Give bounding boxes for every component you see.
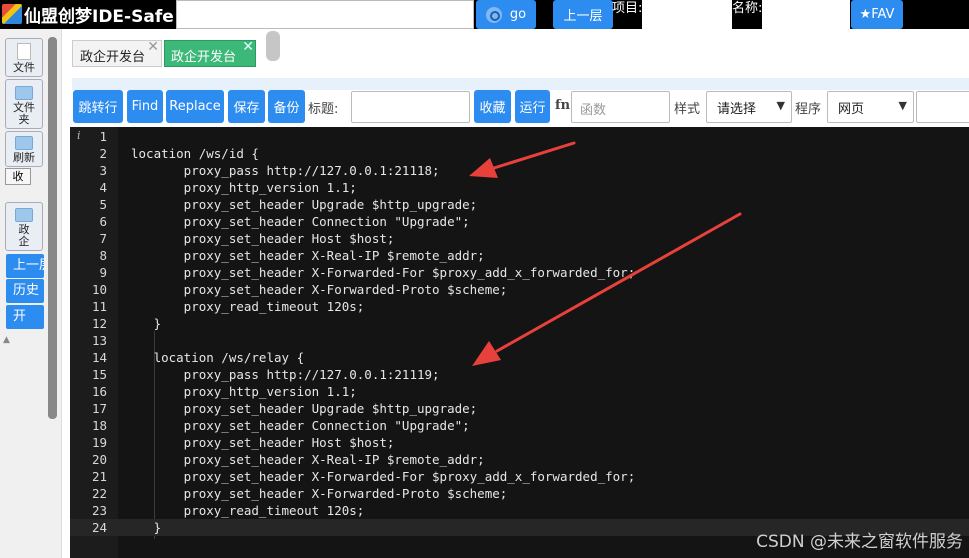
watermark: CSDN @未来之窗软件服务 [756,532,963,552]
red-arrow-2 [472,212,742,366]
red-arrow-1 [469,141,576,178]
annotation-arrows [469,141,742,366]
